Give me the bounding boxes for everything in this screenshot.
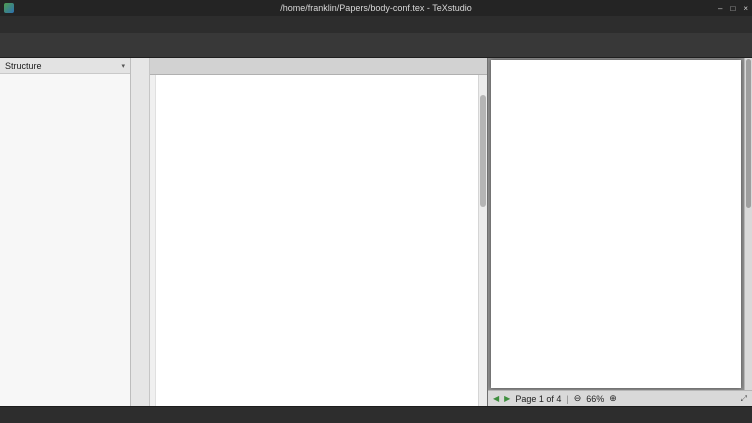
titlebar: /home/franklin/Papers/body-conf.tex - Te… xyxy=(0,0,752,16)
statusbar xyxy=(0,406,752,423)
editor xyxy=(150,75,487,406)
pdf-page-indicator: Page 1 of 4 xyxy=(515,394,561,404)
structure-panel: Structure ▾ xyxy=(0,58,131,406)
close-button[interactable]: × xyxy=(743,4,748,13)
pdf-view xyxy=(488,58,752,390)
pdf-zoom-level: 66% xyxy=(586,394,604,404)
zoom-in-icon[interactable]: ⊕ xyxy=(609,393,617,404)
previous-page-icon[interactable]: ◀ xyxy=(493,394,499,403)
app-icon xyxy=(4,3,14,13)
window-title: /home/franklin/Papers/body-conf.tex - Te… xyxy=(0,3,752,13)
pdf-statusbar: ◀ ▶ Page 1 of 4 | ⊖ 66% ⊕ ⤢ xyxy=(488,390,752,406)
fullscreen-icon[interactable]: ⤢ xyxy=(741,394,747,404)
main-area: Structure ▾ ◀ ▶ Page 1 of 4 | xyxy=(0,58,752,406)
code-area[interactable] xyxy=(156,75,478,406)
chevron-down-icon: ▾ xyxy=(121,62,125,70)
texstudio-window: /home/franklin/Papers/body-conf.tex - Te… xyxy=(0,0,752,423)
structure-panel-title: Structure xyxy=(5,61,42,71)
next-page-icon[interactable]: ▶ xyxy=(504,394,510,403)
menubar xyxy=(0,16,752,33)
zoom-out-icon[interactable]: ⊖ xyxy=(574,393,582,404)
divider: | xyxy=(566,394,568,404)
maximize-button[interactable]: □ xyxy=(730,4,735,13)
main-toolbar xyxy=(0,33,752,58)
format-toolbar xyxy=(131,58,150,406)
window-controls: – □ × xyxy=(718,4,748,13)
editor-tabbar xyxy=(150,58,487,75)
scrollbar-thumb[interactable] xyxy=(480,95,486,208)
pdf-viewer-panel: ◀ ▶ Page 1 of 4 | ⊖ 66% ⊕ ⤢ xyxy=(487,58,752,406)
pdf-scrollbar[interactable] xyxy=(744,58,752,390)
editor-scrollbar[interactable] xyxy=(478,75,487,406)
editor-column xyxy=(150,58,487,406)
scrollbar-thumb[interactable] xyxy=(746,59,751,208)
minimize-button[interactable]: – xyxy=(718,4,722,13)
structure-panel-header[interactable]: Structure ▾ xyxy=(0,58,130,74)
pdf-page xyxy=(491,60,741,388)
